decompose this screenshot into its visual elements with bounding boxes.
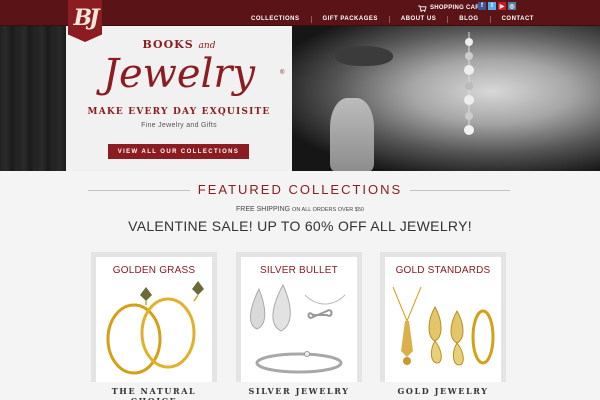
featured-title-text: FEATURED COLLECTIONS (189, 182, 411, 197)
collection-caption-natural-choice[interactable]: THE NATURAL CHOICE (91, 386, 217, 400)
collection-caption-gold-jewelry[interactable]: GOLD JEWELRY (380, 386, 506, 396)
shopping-cart-label: SHOPPING CART (430, 5, 484, 11)
logo-monogram: BJ (73, 5, 99, 31)
model-hand (330, 98, 374, 171)
collection-caption-silver-jewelry[interactable]: SILVER JEWELRY (236, 386, 362, 396)
collection-title: GOLD STANDARDS (395, 265, 491, 276)
card-body: SILVER BULLET (241, 257, 357, 382)
brand-books: BOOKS (142, 38, 194, 51)
nav-gift-packages[interactable]: GIFT PACKAGES (312, 16, 389, 22)
shipping-main: FREE SHIPPING (236, 206, 291, 213)
collection-card-golden-grass[interactable]: GOLDEN GRASS (91, 252, 217, 382)
free-shipping-banner: FREE SHIPPING ON ALL ORDERS OVER $50 (0, 206, 600, 213)
sale-headline: VALENTINE SALE! UP TO 60% OFF ALL JEWELR… (128, 218, 472, 234)
view-collections-button[interactable]: VIEW ALL OUR COLLECTIONS (108, 144, 249, 159)
brand-jewelry: Jewelry (102, 51, 256, 97)
hero-subtagline: Fine Jewelry and Gifts (141, 122, 217, 129)
brand-books-line: BOOKS and (66, 38, 292, 51)
collection-card-gold-standards[interactable]: GOLD STANDARDS (380, 252, 506, 382)
facebook-icon[interactable]: f (478, 2, 486, 10)
main-nav: COLLECTIONS GIFT PACKAGES ABOUT US BLOG … (240, 13, 545, 25)
nav-contact[interactable]: CONTACT (491, 16, 545, 22)
nav-blog[interactable]: BLOG (448, 16, 489, 22)
hero-banner: BOOKS and Jewelry ® MAKE EVERY DAY EXQUI… (0, 26, 600, 171)
card-body: GOLDEN GRASS (96, 257, 212, 382)
card-body: GOLD STANDARDS (385, 257, 501, 382)
collection-title: GOLDEN GRASS (112, 265, 196, 276)
earring-image (464, 32, 474, 135)
featured-heading: FEATURED COLLECTIONS (0, 182, 600, 197)
shipping-sub: ON ALL ORDERS OVER $50 (292, 207, 364, 213)
registered-mark: ® (280, 70, 285, 76)
collection-card-silver-bullet[interactable]: SILVER BULLET (236, 252, 362, 382)
brand-logo[interactable]: BJ (68, 0, 102, 42)
instagram-icon[interactable]: ◎ (508, 2, 516, 10)
shopping-cart-link[interactable]: SHOPPING CART (418, 3, 484, 13)
twitter-icon[interactable]: t (488, 2, 496, 10)
nav-collections[interactable]: COLLECTIONS (240, 16, 311, 22)
gold-hoop-earrings-image (106, 281, 204, 375)
hero-tagline: MAKE EVERY DAY EXQUISITE (87, 107, 271, 117)
cart-icon (418, 4, 427, 12)
youtube-icon[interactable]: ▶ (498, 2, 506, 10)
nav-about-us[interactable]: ABOUT US (390, 16, 447, 22)
model-lips (335, 46, 393, 66)
social-links: f t ▶ ◎ (478, 2, 516, 10)
silver-jewelry-image (250, 283, 346, 374)
brand-and: and (198, 41, 216, 51)
gold-jewelry-image (392, 286, 495, 366)
collection-title: SILVER BULLET (259, 265, 338, 276)
hero-brand-panel: BOOKS and Jewelry ® MAKE EVERY DAY EXQUI… (66, 26, 292, 171)
